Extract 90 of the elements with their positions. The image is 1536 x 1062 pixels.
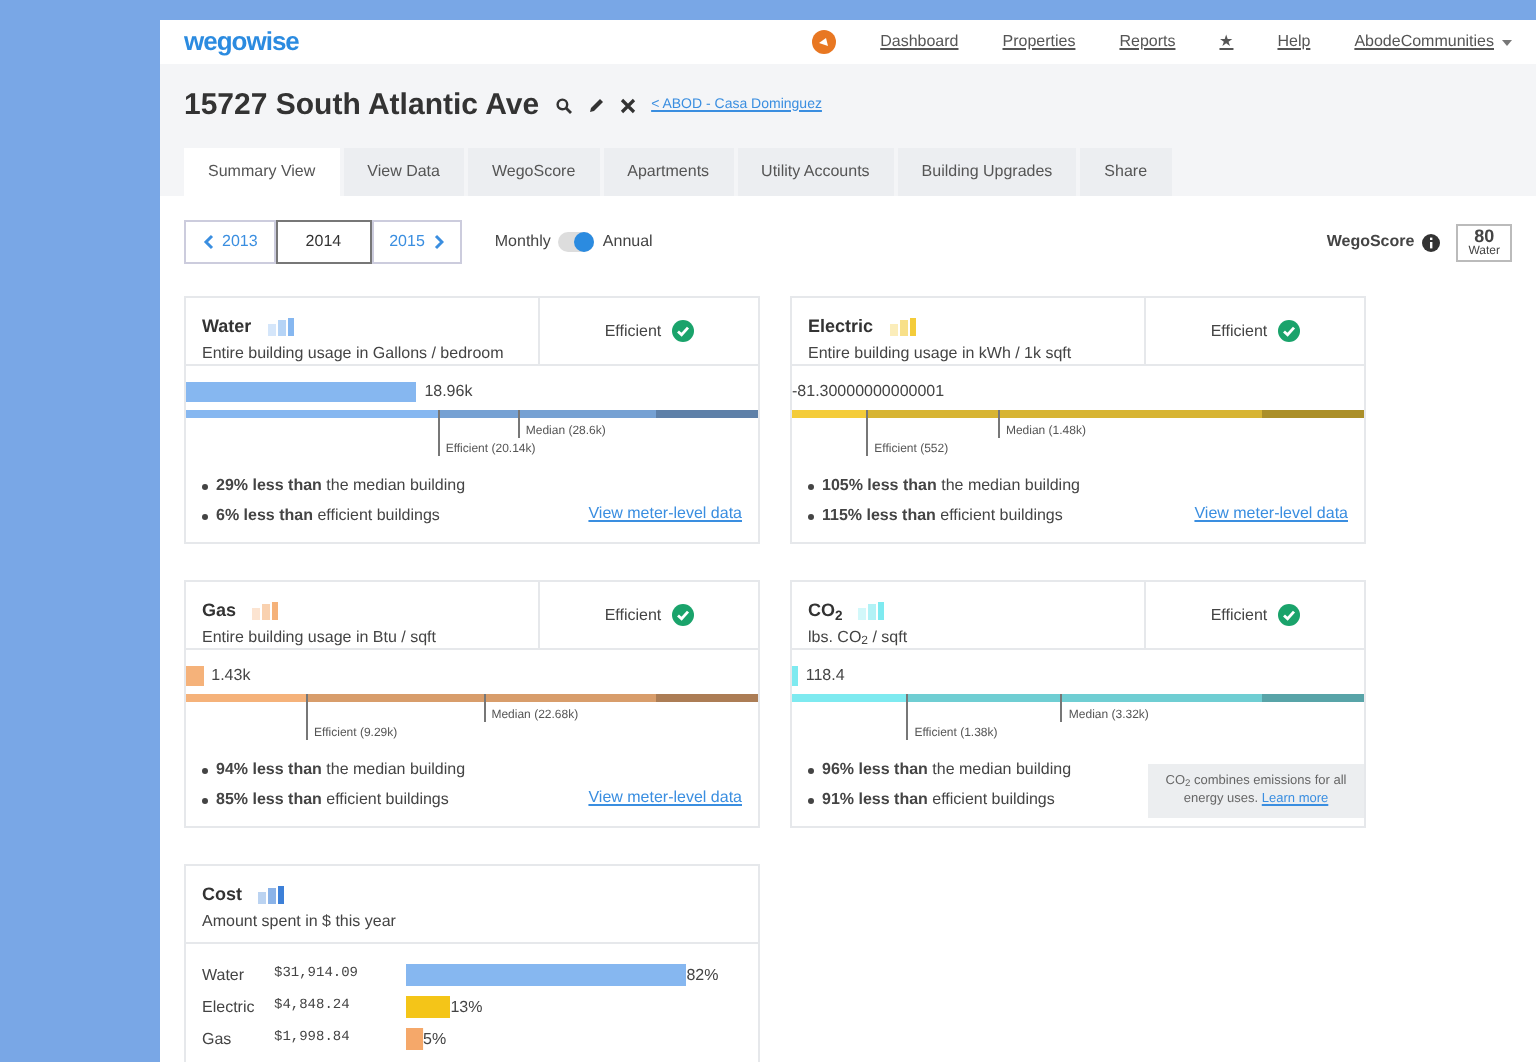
pencil-icon (587, 98, 604, 114)
card-subtitle: lbs. CO$_{2}$ / sqft (808, 625, 910, 649)
previous-year-button[interactable]: 2013 (184, 220, 276, 264)
tab[interactable]: WegoScore (467, 148, 600, 196)
bullet-item: 96% less than the median building (822, 758, 1072, 782)
chevron-right-icon (432, 234, 445, 250)
tab[interactable]: Share (1080, 148, 1172, 196)
card-subtitle: Amount spent in $ this year (202, 909, 398, 933)
cost-label: Gas (202, 1027, 234, 1051)
toggle-label: Annual (602, 230, 653, 254)
card-title: CO$_{2}$ (808, 598, 843, 625)
status-label: Efficient (604, 319, 662, 343)
search-icon (555, 98, 572, 114)
nav-link[interactable]: Properties (1002, 30, 1076, 54)
status-label: Efficient (1210, 603, 1268, 627)
usage-value: 118.4 (805, 664, 845, 688)
status-label: Efficient (1210, 319, 1268, 343)
usage-value: -81.30000000000001 (792, 380, 945, 404)
tab[interactable]: Apartments (603, 148, 734, 196)
meter-data-link[interactable]: View meter-level data (588, 786, 742, 810)
leader-line (483, 702, 486, 722)
nav-link[interactable]: Reports (1119, 30, 1176, 54)
bullet-item: 105% less than the median building (822, 474, 1080, 498)
bar-chart-icon (267, 318, 296, 337)
meter-data-link[interactable]: View meter-level data (588, 502, 742, 526)
leader-line (437, 418, 440, 456)
tab[interactable]: Building Upgrades (897, 148, 1077, 196)
cost-percent: 5% (423, 1027, 447, 1051)
bullet-item: 94% less than the median building (216, 758, 466, 782)
bullet-icon (808, 513, 814, 519)
chevron-left-icon (202, 234, 214, 250)
card-title: Gas (202, 598, 237, 624)
cost-percent: 13% (450, 995, 483, 1019)
next-year-button[interactable]: 2015 (371, 220, 463, 264)
bar-chart-icon (889, 318, 918, 337)
cost-label: Water (202, 963, 247, 987)
tab[interactable]: Utility Accounts (737, 148, 894, 196)
bullet-icon (808, 483, 814, 489)
toggle-label: Monthly (494, 230, 551, 254)
leader-line (306, 702, 309, 740)
nav-link[interactable]: ★ (1219, 30, 1234, 54)
check-icon (1277, 604, 1300, 626)
status-label: Efficient (604, 603, 662, 627)
card-subtitle: Entire building usage in Btu / sqft (202, 625, 438, 649)
account-menu[interactable]: AbodeCommunities (1354, 30, 1512, 54)
cost-label: Electric (202, 995, 257, 1019)
bullet-icon (808, 797, 814, 803)
cost-percent: 82% (686, 963, 719, 987)
leader-line (866, 418, 869, 456)
tab[interactable]: View Data (343, 148, 464, 196)
logo[interactable]: wegowise (184, 22, 299, 62)
info-icon (1422, 233, 1441, 251)
bullet-item: 29% less than the median building (216, 474, 466, 498)
notification-icon (812, 30, 837, 54)
check-icon (671, 604, 694, 626)
meter-data-link[interactable]: View meter-level data (1194, 502, 1348, 526)
bar-chart-icon (258, 886, 286, 905)
card-title: Cost (202, 882, 242, 908)
card-title: Water (202, 314, 252, 340)
toggle-switch[interactable] (558, 232, 595, 252)
leader-line (1060, 702, 1063, 722)
check-icon (1277, 320, 1300, 342)
tab[interactable]: Summary View (184, 148, 340, 196)
bullet-icon (202, 483, 208, 489)
bar-chart-icon (252, 602, 281, 621)
leader-line (517, 418, 520, 438)
bullet-icon (202, 767, 208, 773)
wegoscore-label: WegoScore (1326, 230, 1415, 254)
card-subtitle: Entire building usage in kWh / 1k sqft (808, 341, 1074, 365)
check-icon (671, 320, 694, 342)
bullet-icon (808, 767, 814, 773)
building-title: 15727 South Atlantic Ave (184, 88, 540, 124)
bullet-item: 91% less than efficient buildings (822, 788, 1055, 812)
bullet-item: 6% less than efficient buildings (216, 504, 440, 528)
close-icon (619, 98, 636, 114)
caret-icon (1502, 39, 1512, 45)
current-year-button[interactable]: 2014 (275, 220, 372, 264)
nav-link[interactable]: Help (1277, 30, 1311, 54)
card-title: Electric (808, 314, 874, 340)
bullet-icon (202, 513, 208, 519)
usage-value: 18.96k (424, 380, 473, 404)
bullet-item: 85% less than efficient buildings (216, 788, 449, 812)
nav-link[interactable]: Dashboard (880, 30, 959, 54)
bullet-item: 115% less than efficient buildings (822, 504, 1063, 528)
leader-line (997, 418, 1000, 438)
bar-chart-icon (858, 602, 887, 621)
leader-line (906, 702, 909, 740)
card-subtitle: Entire building usage in Gallons / bedroom (202, 341, 506, 365)
usage-value: 1.43k (211, 664, 251, 688)
bullet-icon (202, 797, 208, 803)
